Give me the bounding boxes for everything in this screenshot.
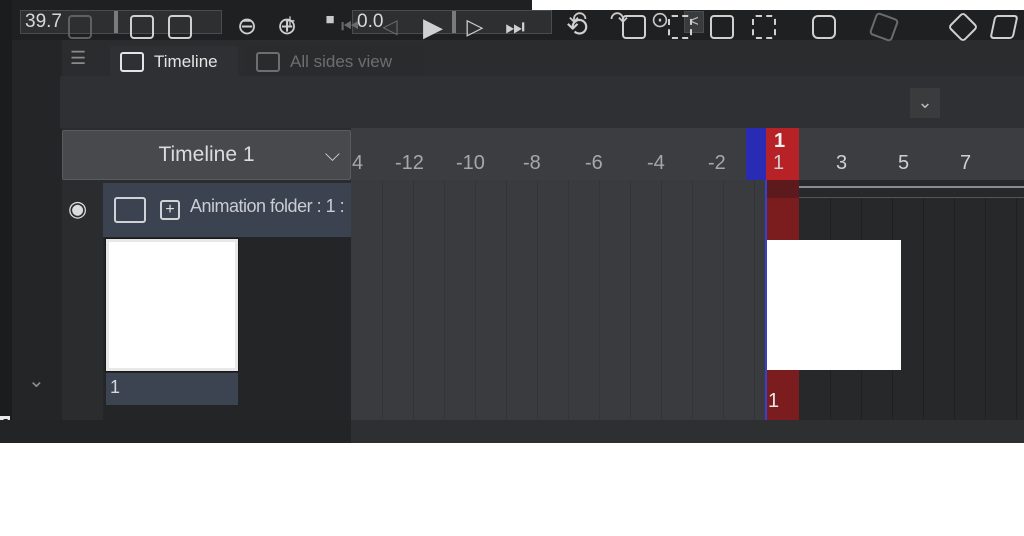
frame-gridline xyxy=(692,180,693,420)
ruler-label: 7 xyxy=(960,152,972,174)
left-edge xyxy=(0,0,12,443)
ruler-label: -2 xyxy=(708,152,726,174)
timeline-select-value: Timeline 1 xyxy=(158,143,255,166)
ruler-label: 3 xyxy=(836,152,848,174)
ruler-label: -6 xyxy=(585,152,603,174)
ruler-label: -4 xyxy=(647,152,665,174)
frame-gridline xyxy=(1016,198,1017,420)
assign-cel-icon[interactable] xyxy=(752,15,776,39)
first-frame-icon[interactable]: ⏮ xyxy=(335,12,365,42)
frame-gridline xyxy=(954,198,955,420)
in-point-marker[interactable] xyxy=(746,128,766,180)
horizontal-scroll-track[interactable] xyxy=(351,420,1024,443)
frame-gridline xyxy=(599,180,600,420)
new-animation-folder-icon[interactable] xyxy=(622,15,646,39)
zoom-out-icon[interactable]: ⊖ xyxy=(232,12,262,42)
toolbar-dropdown-button[interactable]: ⌄ xyxy=(910,88,940,118)
slider-knob-right[interactable] xyxy=(452,11,456,33)
last-frame-icon[interactable]: ⏭ xyxy=(500,12,530,42)
film-strip-icon xyxy=(120,52,144,72)
camera-icon xyxy=(256,52,280,72)
link-cel-icon[interactable] xyxy=(710,15,734,39)
timeline-app: 39.7 − + ■ 0.0 ↶ ↷ ⊙ < ☰ ⌄ ⌄⌄ J Timeline… xyxy=(0,0,1024,443)
frame-gridline xyxy=(723,180,724,420)
frame-gridline xyxy=(754,180,755,420)
ruler-label: -10 xyxy=(456,152,485,174)
tab-timeline[interactable]: Timeline xyxy=(110,46,238,76)
playhead-frame-number: 1 xyxy=(774,130,786,152)
frame-gridline xyxy=(568,180,569,420)
loop-icon[interactable]: ⟲ xyxy=(562,12,592,42)
new-cel-icon[interactable] xyxy=(668,15,692,39)
cel-thumbnail[interactable] xyxy=(105,238,239,372)
play-icon[interactable]: ▶ xyxy=(418,12,448,42)
interpolation-icon[interactable] xyxy=(989,15,1019,39)
frame-ruler[interactable] xyxy=(351,128,1024,180)
timeline-settings-icon[interactable] xyxy=(168,15,192,39)
graph-icon[interactable] xyxy=(68,15,92,39)
slider-knob-left[interactable] xyxy=(114,11,118,33)
ruler-label: 5 xyxy=(898,152,910,174)
chevron-down-icon: ⌵ xyxy=(324,144,340,166)
tab-all-sides-view[interactable]: All sides view xyxy=(246,46,424,76)
collapse-icon[interactable]: ⌄ xyxy=(28,368,45,393)
frame-gridline xyxy=(630,180,631,420)
value-left-text: 39.7 xyxy=(25,11,62,32)
zoom-in-icon[interactable]: ⊕ xyxy=(272,12,302,42)
cel-frame[interactable] xyxy=(767,240,901,370)
frame-gridline xyxy=(923,198,924,420)
tab-timeline-label: Timeline xyxy=(154,52,218,71)
thumbnail-number-text: 1 xyxy=(110,377,121,397)
frame-gridline xyxy=(661,180,662,420)
frame-gridline xyxy=(475,180,476,420)
tab-all-sides-label: All sides view xyxy=(290,52,393,71)
frame-gridline xyxy=(537,180,538,420)
frame-gridline xyxy=(382,180,383,420)
frame-cel-label: 1 xyxy=(768,390,780,412)
frame-gridline xyxy=(444,180,445,420)
timeline-toolbar xyxy=(60,76,1024,128)
new-timeline-icon[interactable] xyxy=(130,15,154,39)
frame-gridline xyxy=(506,180,507,420)
previous-frame-icon[interactable]: ◁ xyxy=(375,12,405,42)
ruler-label: -8 xyxy=(523,152,541,174)
frame-gridline xyxy=(413,180,414,420)
folder-track-current xyxy=(766,180,799,198)
ruler-label: -12 xyxy=(395,152,424,174)
layer-name: Animation folder : 1 : c xyxy=(190,196,348,216)
ruler-label: 1 xyxy=(773,152,785,174)
next-frame-icon[interactable]: ▷ xyxy=(460,12,490,42)
timeline-select[interactable]: Timeline 1 ⌵ xyxy=(62,130,351,180)
onion-skin-icon[interactable] xyxy=(812,15,836,39)
panel-menu-icon[interactable]: ☰ xyxy=(70,48,86,69)
animation-folder-icon xyxy=(114,197,146,223)
expand-folder-icon[interactable]: + xyxy=(160,200,180,220)
eye-icon[interactable]: ◉ xyxy=(68,196,87,222)
thumbnail-number: 1 xyxy=(106,373,238,405)
frame-gridline xyxy=(985,198,986,420)
ruler-label: 4 xyxy=(352,152,364,174)
folder-track-bar xyxy=(766,186,1024,198)
